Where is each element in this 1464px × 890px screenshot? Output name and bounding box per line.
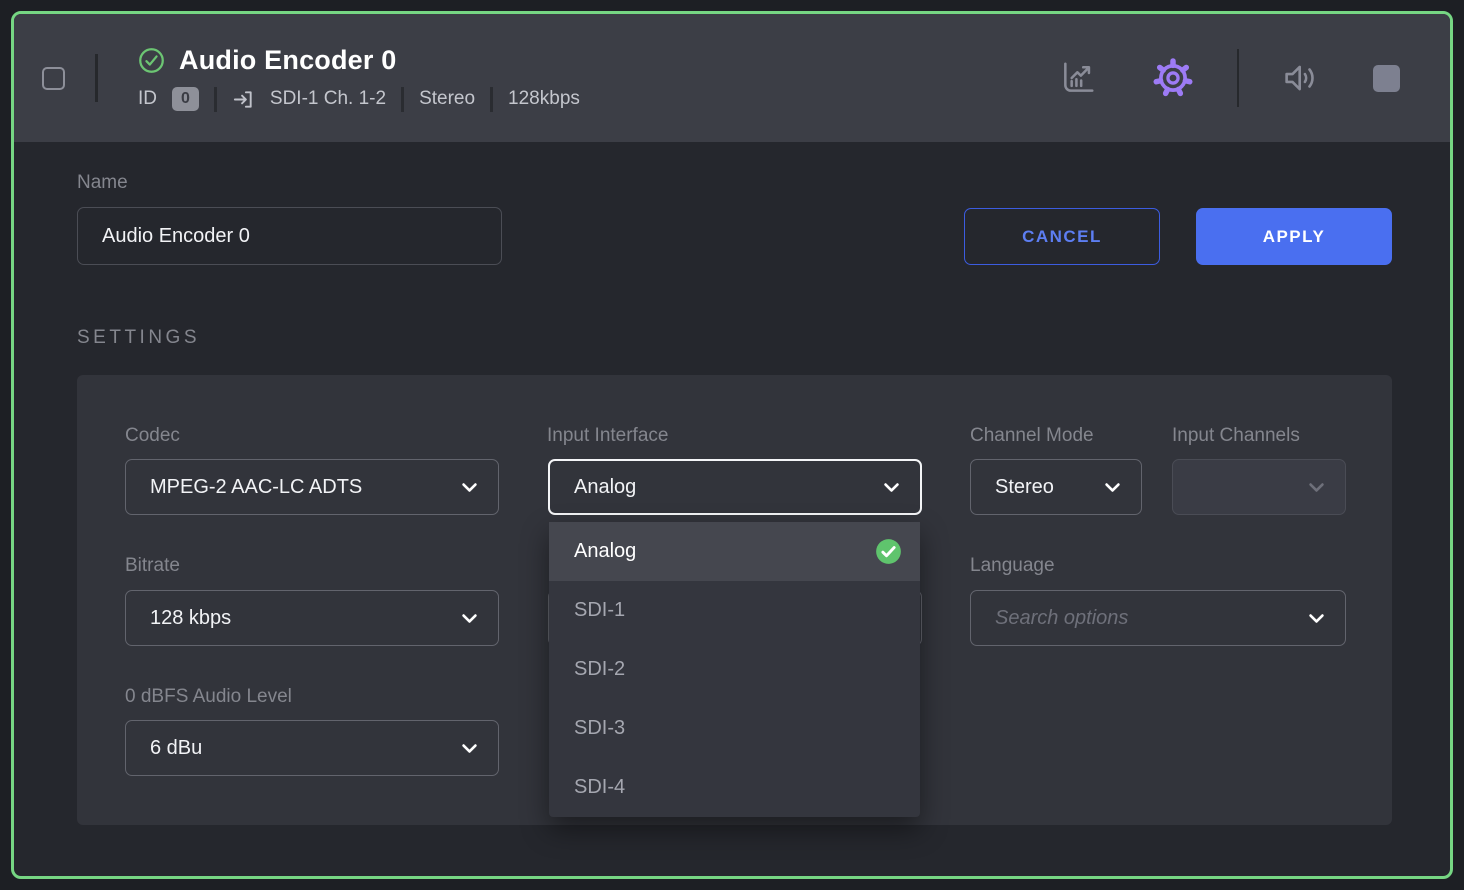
meta-separator <box>490 87 493 112</box>
header-divider <box>95 54 98 102</box>
stats-chart-button[interactable] <box>1059 59 1097 97</box>
option-label: SDI-2 <box>574 658 625 681</box>
channel-mode-label: Channel Mode <box>970 425 1094 447</box>
meta-source: SDI-1 Ch. 1-2 <box>270 88 386 110</box>
option-label: SDI-1 <box>574 599 625 622</box>
page-title: Audio Encoder 0 <box>179 45 397 76</box>
input-interface-value: Analog <box>574 476 636 499</box>
chevron-down-icon <box>460 478 479 497</box>
dropdown-option-sdi-3[interactable]: SDI-3 <box>549 699 920 758</box>
id-label: ID <box>138 88 157 110</box>
meta-separator <box>214 87 217 112</box>
stop-square-icon <box>1373 65 1400 92</box>
selected-check-icon <box>875 538 902 565</box>
dropdown-option-sdi-1[interactable]: SDI-1 <box>549 581 920 640</box>
dropdown-option-sdi-2[interactable]: SDI-2 <box>549 640 920 699</box>
bitrate-label: Bitrate <box>125 555 180 577</box>
channel-mode-select[interactable]: Stereo <box>970 459 1142 515</box>
encoder-card: Audio Encoder 0 ID 0 SDI-1 Ch. 1-2 <box>11 11 1453 879</box>
audio-level-select[interactable]: 6 dBu <box>125 720 499 776</box>
name-label: Name <box>77 172 502 194</box>
chevron-down-icon <box>1307 609 1326 628</box>
input-interface-dropdown-menu: Analog SDI-1 SDI-2 SDI-3 <box>549 522 920 817</box>
settings-section-title: SETTINGS <box>77 327 1392 349</box>
dropdown-option-analog[interactable]: Analog <box>549 522 920 581</box>
audio-monitor-button[interactable] <box>1281 61 1321 95</box>
id-badge: 0 <box>172 87 199 111</box>
gear-icon <box>1151 56 1195 100</box>
name-input[interactable] <box>77 207 502 265</box>
codec-value: MPEG-2 AAC-LC ADTS <box>150 476 362 499</box>
language-label: Language <box>970 555 1055 577</box>
cancel-button[interactable]: CANCEL <box>964 208 1160 265</box>
input-channels-label: Input Channels <box>1172 425 1300 447</box>
codec-select[interactable]: MPEG-2 AAC-LC ADTS <box>125 459 499 515</box>
meta-bitrate: 128kbps <box>508 88 580 110</box>
input-channels-select <box>1172 459 1346 515</box>
stop-button[interactable] <box>1373 65 1400 92</box>
input-interface-label: Input Interface <box>547 425 668 447</box>
codec-label: Codec <box>125 425 180 447</box>
input-source-icon <box>232 88 255 111</box>
toolbar-divider <box>1237 49 1239 107</box>
chevron-down-icon <box>1103 478 1122 497</box>
settings-gear-button[interactable] <box>1151 56 1195 100</box>
meta-channel-mode: Stereo <box>419 88 475 110</box>
chevron-down-icon <box>1307 478 1326 497</box>
chevron-down-icon <box>882 478 901 497</box>
apply-button[interactable]: APPLY <box>1196 208 1392 265</box>
speaker-icon <box>1281 61 1321 95</box>
language-combobox[interactable] <box>970 590 1346 646</box>
chevron-down-icon <box>460 739 479 758</box>
settings-panel: Codec MPEG-2 AAC-LC ADTS Input Interface… <box>77 375 1392 825</box>
bitrate-select[interactable]: 128 kbps <box>125 590 499 646</box>
option-label: SDI-3 <box>574 717 625 740</box>
select-checkbox[interactable] <box>42 67 65 90</box>
status-check-circle-icon <box>138 47 165 74</box>
meta-separator <box>401 87 404 112</box>
chevron-down-icon <box>460 609 479 628</box>
bitrate-value: 128 kbps <box>150 607 231 630</box>
option-label: SDI-4 <box>574 776 625 799</box>
header: Audio Encoder 0 ID 0 SDI-1 Ch. 1-2 <box>14 14 1450 142</box>
language-search-input[interactable] <box>995 607 1307 630</box>
channel-mode-value: Stereo <box>995 476 1054 499</box>
dropdown-option-sdi-4[interactable]: SDI-4 <box>549 758 920 817</box>
chart-icon <box>1059 59 1097 97</box>
audio-level-value: 6 dBu <box>150 737 202 760</box>
encoder-meta: ID 0 SDI-1 Ch. 1-2 Stereo 128kbps <box>138 87 580 112</box>
input-interface-select[interactable]: Analog <box>548 459 922 515</box>
audio-level-label: 0 dBFS Audio Level <box>125 686 292 708</box>
option-label: Analog <box>574 540 636 563</box>
